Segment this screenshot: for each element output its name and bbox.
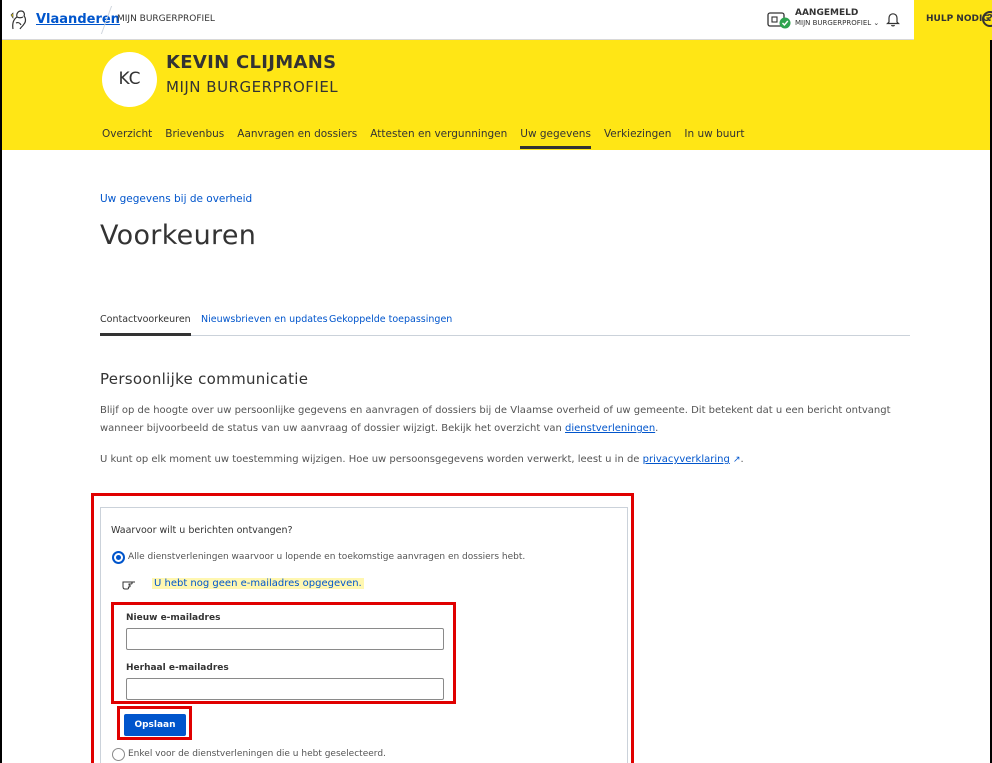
profile-subtitle: MIJN BURGERPROFIEL xyxy=(166,78,339,96)
nav-overzicht[interactable]: Overzicht xyxy=(102,128,152,140)
main-nav: Overzicht Brievenbus Aanvragen en dossie… xyxy=(102,128,757,149)
global-header: Vlaanderen MIJN BURGERPROFIEL AANGEMELD … xyxy=(2,0,992,40)
tab-nieuwsbrieven[interactable]: Nieuwsbrieven en updates xyxy=(201,314,328,325)
external-link-icon: ↗ xyxy=(732,455,741,465)
help-button[interactable]: HULP NODIG ? xyxy=(914,0,992,40)
nav-in-uw-buurt[interactable]: In uw buurt xyxy=(684,128,744,140)
page-title: Voorkeuren xyxy=(100,220,257,251)
status-title: AANGEMELD xyxy=(795,8,859,18)
privacyverklaring-link[interactable]: privacyverklaring xyxy=(643,454,730,465)
tab-contactvoorkeuren[interactable]: Contactvoorkeuren xyxy=(100,314,191,336)
nav-aanvragen[interactable]: Aanvragen en dossiers xyxy=(237,128,357,140)
breadcrumb[interactable]: Uw gegevens bij de overheid xyxy=(100,193,252,205)
intro-paragraph: Blijf op de hoogte over uw persoonlijke … xyxy=(100,402,920,438)
logged-in-icon xyxy=(767,12,791,29)
dienstverleningen-link[interactable]: dienstverleningen xyxy=(565,423,655,434)
privacy-text: U kunt op elk moment uw toestemming wijz… xyxy=(100,454,643,465)
flemish-lion-icon[interactable] xyxy=(10,9,28,31)
highlight-email-fields xyxy=(111,602,456,704)
chevron-down-icon: ⌄ xyxy=(873,19,880,27)
profile-header: KC KEVIN CLIJMANS MIJN BURGERPROFIEL Ove… xyxy=(2,40,990,150)
avatar: KC xyxy=(102,52,157,107)
privacy-end: . xyxy=(740,454,744,465)
account-status[interactable]: AANGEMELD MIJN BURGERPROFIEL ⌄ xyxy=(767,8,887,32)
highlight-save-button xyxy=(117,706,192,740)
help-label: HULP NODIG xyxy=(926,14,990,24)
intro-text: Blijf op de hoogte over uw persoonlijke … xyxy=(100,405,891,434)
status-subtitle: MIJN BURGERPROFIEL ⌄ xyxy=(795,19,880,27)
privacy-paragraph: U kunt op elk moment uw toestemming wijz… xyxy=(100,451,920,469)
tab-gekoppelde-toepassingen[interactable]: Gekoppelde toepassingen xyxy=(329,314,452,325)
intro-end: . xyxy=(655,423,659,434)
nav-uw-gegevens[interactable]: Uw gegevens xyxy=(520,128,591,149)
tabs: Contactvoorkeuren Nieuwsbrieven en updat… xyxy=(100,314,910,336)
user-name: KEVIN CLIJMANS xyxy=(166,52,337,73)
nav-attesten[interactable]: Attesten en vergunningen xyxy=(370,128,507,140)
nav-brievenbus[interactable]: Brievenbus xyxy=(165,128,224,140)
nav-verkiezingen[interactable]: Verkiezingen xyxy=(604,128,671,140)
bell-icon[interactable] xyxy=(886,11,900,27)
question-mark-icon: ? xyxy=(982,11,992,27)
section-title: Persoonlijke communicatie xyxy=(100,370,309,388)
site-crumb[interactable]: MIJN BURGERPROFIEL xyxy=(117,14,215,24)
